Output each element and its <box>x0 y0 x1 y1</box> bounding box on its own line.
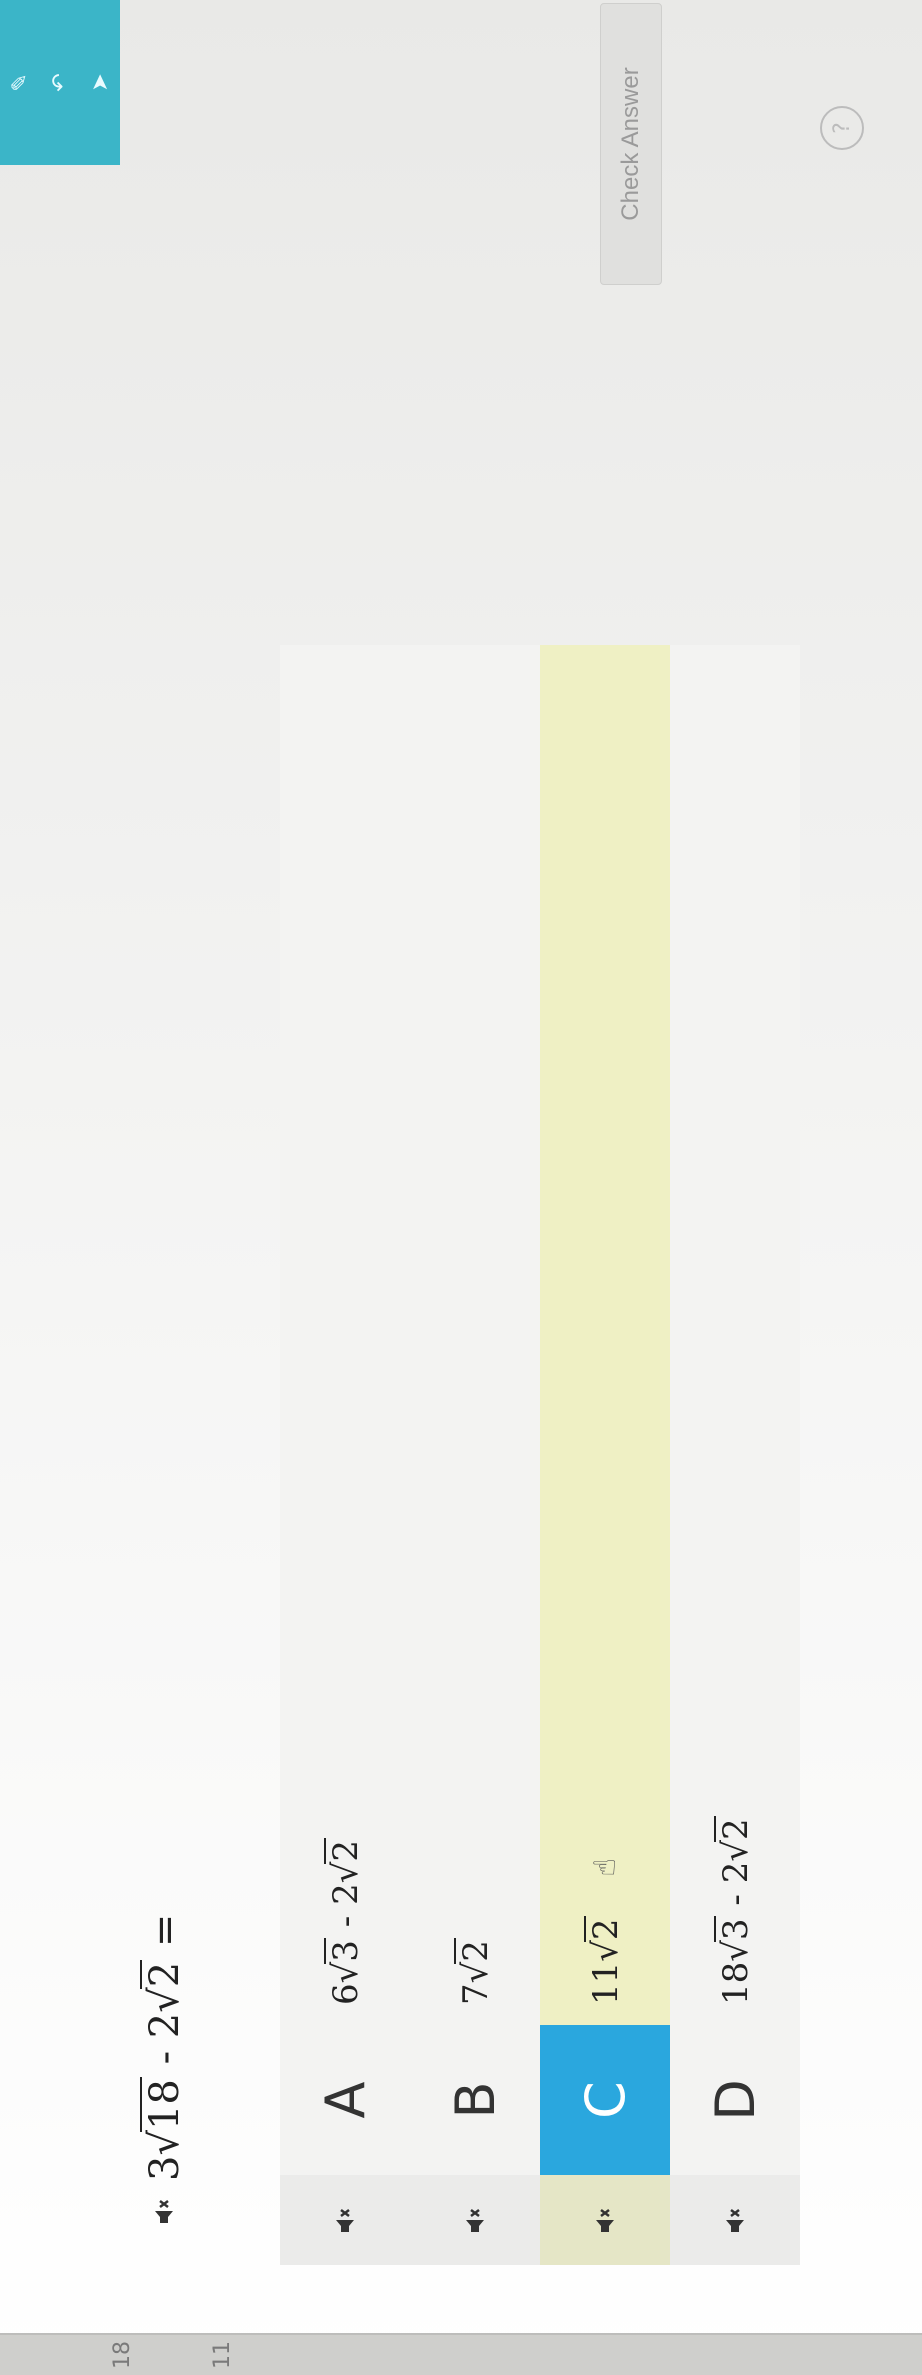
speaker-muted-icon <box>723 2206 747 2234</box>
undo-icon[interactable]: ↶ <box>48 73 73 91</box>
check-answer-button[interactable]: Check Answer <box>600 3 662 285</box>
choice-c[interactable]: C 11√2 ☝ <box>540 645 670 2265</box>
speaker-muted-icon[interactable] <box>152 2197 176 2225</box>
question-radicand1: 18 <box>140 2077 188 2133</box>
choice-c-text: 11√2 <box>584 1916 626 2005</box>
choice-b[interactable]: B 7√2 <box>410 645 540 2265</box>
hand-pointer-icon: ☝ <box>587 1858 623 1877</box>
choice-a[interactable]: A 6√3 - 2√2 <box>280 645 410 2265</box>
quiz-stage: 18 11 3√18 - 2√2 = A 6√3 - 2√2 B 7√2 C 1… <box>0 0 922 2375</box>
choice-a-text: 6√3 - 2√2 <box>324 1837 366 2005</box>
question-coef1: 3 <box>142 2155 188 2181</box>
choice-a-letter: A <box>313 2081 377 2119</box>
choice-c-speaker[interactable] <box>540 2175 670 2265</box>
choice-b-speaker[interactable] <box>410 2175 540 2265</box>
question-equals: = <box>142 1913 188 1948</box>
help-icon[interactable]: ? <box>820 106 864 150</box>
arrow-icon[interactable]: ➤ <box>88 73 113 91</box>
edge-number-11: 11 <box>210 2341 235 2369</box>
question-radicand2: 2 <box>140 1959 188 1990</box>
question-expression: 3√18 - 2√2 = <box>140 1913 188 2181</box>
question-operator: - <box>142 2050 188 2065</box>
choice-d-text: 18√3 - 2√2 <box>714 1816 756 2005</box>
left-edge-strip: 18 11 <box>0 2333 922 2375</box>
choice-c-letter: C <box>540 2025 670 2175</box>
speaker-muted-icon <box>593 2206 617 2234</box>
edge-number-18: 18 <box>110 2341 135 2369</box>
choice-d-letter: D <box>703 2079 767 2121</box>
choice-b-letter: B <box>443 2081 507 2119</box>
speaker-muted-icon <box>463 2206 487 2234</box>
tool-bar: ✎ ↶ ➤ <box>0 0 120 165</box>
question-coef2: 2 <box>142 2012 188 2039</box>
choice-d[interactable]: D 18√3 - 2√2 <box>670 645 800 2265</box>
choice-a-speaker[interactable] <box>280 2175 410 2265</box>
pencil-icon[interactable]: ✎ <box>8 73 33 91</box>
speaker-muted-icon <box>333 2206 357 2234</box>
question-prompt: 3√18 - 2√2 = <box>140 1914 188 2225</box>
choice-b-text: 7√2 <box>454 1938 496 2005</box>
choice-d-speaker[interactable] <box>670 2175 800 2265</box>
